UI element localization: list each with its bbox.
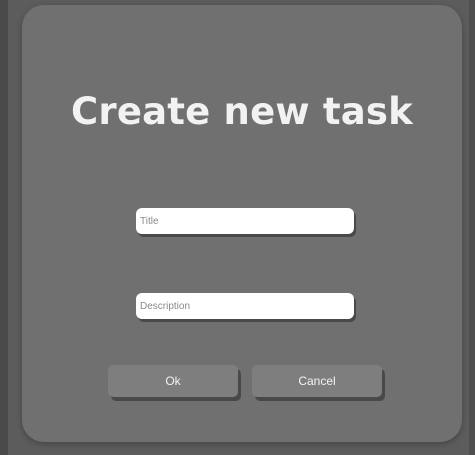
dialog-title: Create new task <box>71 90 413 133</box>
task-description-input[interactable] <box>136 293 354 319</box>
create-task-dialog: Create new task Ok Cancel <box>22 5 462 442</box>
task-title-input[interactable] <box>136 208 354 234</box>
cancel-button[interactable]: Cancel <box>252 365 382 397</box>
ok-button[interactable]: Ok <box>108 365 238 397</box>
window-edge-right <box>469 0 475 455</box>
window-edge-left <box>0 0 8 455</box>
